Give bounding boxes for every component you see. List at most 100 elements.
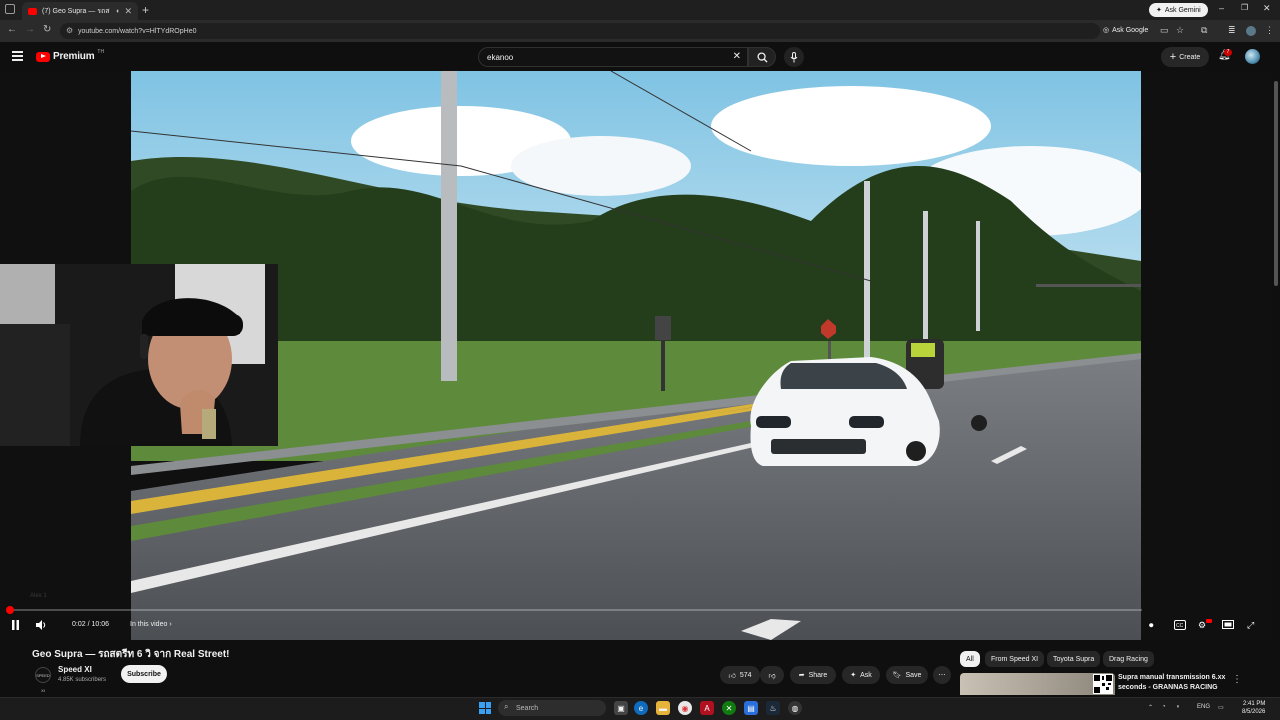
channel-avatar[interactable]: SPEED XI	[35, 667, 51, 693]
clock-date: 8/5/2026	[1242, 709, 1266, 715]
profile-avatar[interactable]	[1246, 26, 1256, 36]
steam-icon[interactable]: ♨	[766, 701, 780, 715]
clear-search-icon[interactable]: ✕	[733, 51, 741, 62]
chip-all[interactable]: All	[960, 651, 980, 667]
file-explorer-icon[interactable]: ▬	[656, 701, 670, 715]
recommendation-menu-icon[interactable]: ⋮	[1232, 674, 1242, 685]
task-view-icon[interactable]: ▣	[614, 701, 628, 715]
svg-text:CC: CC	[1176, 623, 1184, 629]
current-time: 0:02	[72, 621, 86, 628]
captions-icon[interactable]: CC	[1174, 620, 1186, 632]
voice-search-button[interactable]	[784, 47, 804, 67]
google-lens-icon: ◎	[1103, 27, 1110, 34]
volume-icon	[36, 620, 46, 630]
save-button[interactable]: 🔖︎ Save	[886, 666, 928, 684]
streamer-webcam-overlay	[0, 264, 278, 446]
youtube-play-icon	[36, 51, 50, 62]
ask-google-button[interactable]: ◎ Ask Google	[1103, 26, 1148, 35]
scrollbar-thumb[interactable]	[1274, 81, 1278, 286]
browser-tab[interactable]: (7) Geo Supra — รถสตรีท 6 วิ ◖ ✕	[22, 2, 138, 20]
more-horizontal-icon: ⋯	[938, 672, 946, 679]
windows-start-icon[interactable]	[479, 702, 491, 714]
more-actions-button[interactable]: ⋯	[933, 666, 951, 684]
theater-mode-icon[interactable]	[1222, 620, 1234, 631]
video-title: Geo Supra — รถสตรีท 6 วิ จาก Real Street…	[32, 649, 230, 660]
hd-badge	[1206, 619, 1212, 623]
subscribe-button[interactable]: Subscribe	[121, 665, 167, 683]
progress-bar[interactable]	[8, 609, 1142, 611]
save-label: Save	[905, 671, 922, 679]
ask-button[interactable]: ✦ Ask	[842, 666, 880, 684]
search-input[interactable]: ekanoo ✕	[478, 47, 748, 67]
sparkle-icon: ✦	[850, 672, 857, 679]
video-frame[interactable]	[131, 71, 1141, 640]
sidebar-icon[interactable]: ≣	[1228, 25, 1236, 36]
qr-code-image	[1093, 674, 1113, 694]
url-bar[interactable]: ⚙ youtube.com/watch?v=HlTYdROpHe0	[60, 23, 1100, 39]
edge-browser-icon[interactable]: e	[634, 701, 648, 715]
search-button[interactable]	[748, 47, 776, 67]
language-indicator[interactable]: ENG	[1197, 704, 1210, 710]
autoplay-toggle-icon[interactable]: ⏺	[1149, 620, 1154, 631]
recommendation-title[interactable]: Supra manual transmission 6.xx seconds -…	[1118, 673, 1228, 692]
pause-icon	[12, 620, 19, 630]
site-info-icon[interactable]: ⚙	[66, 26, 73, 35]
tab-actions-icon[interactable]	[5, 4, 15, 14]
webcam-image	[0, 264, 278, 446]
logo-country: TH	[97, 48, 105, 55]
channel-name[interactable]: Speed XI	[58, 665, 92, 674]
settings-gear-icon[interactable]: ⚙	[1198, 620, 1206, 631]
taskbar-search-input[interactable]: ⌕ Search	[498, 700, 606, 716]
url-text: youtube.com/watch?v=HlTYdROpHe0	[78, 27, 197, 35]
share-button[interactable]: ➦ Share	[790, 666, 836, 684]
app-icon[interactable]: ◍	[788, 701, 802, 715]
in-this-video-button[interactable]: In this video ›	[130, 621, 172, 628]
taskbar-clock[interactable]: 2:41 PM 8/5/2026	[1242, 700, 1265, 716]
network-icon[interactable]: ◔	[1162, 704, 1166, 710]
xbox-icon[interactable]: ✕	[722, 701, 736, 715]
tab-close-icon[interactable]: ✕	[124, 6, 132, 17]
chrome-icon[interactable]: ◉	[678, 701, 692, 715]
pause-button[interactable]	[11, 620, 20, 633]
chip-from-channel[interactable]: From Speed XI	[985, 651, 1045, 667]
notification-center-icon[interactable]: ▭	[1218, 704, 1224, 711]
reload-icon[interactable]: ↻	[43, 24, 51, 35]
chip-drag-racing[interactable]: Drag Racing	[1103, 651, 1154, 667]
scrubber-handle[interactable]	[6, 606, 14, 614]
create-button[interactable]: + Create	[1161, 47, 1209, 67]
browser-menu-icon[interactable]: ⋮	[1265, 25, 1274, 36]
like-button[interactable]: 👍︎ 574	[720, 666, 760, 684]
store-icon[interactable]: ▤	[744, 701, 758, 715]
browser-tab-bar	[0, 0, 1280, 20]
recommendation-thumbnail[interactable]	[960, 673, 1115, 695]
time-display: 0:02 / 10:06	[72, 621, 109, 628]
extensions-icon[interactable]: ⧉	[1201, 25, 1207, 36]
youtube-premium-logo[interactable]: Premium TH	[36, 48, 105, 62]
back-icon[interactable]: ←	[7, 24, 17, 35]
buffer-hint-text: Alex 1	[30, 593, 47, 599]
chip-toyota-supra[interactable]: Toyota Supra	[1047, 651, 1101, 667]
restore-icon[interactable]: ❐	[1241, 3, 1248, 12]
speaker-icon: ◖	[115, 7, 120, 15]
minimize-icon[interactable]: –	[1219, 3, 1224, 13]
tray-overflow-icon[interactable]: ⌃	[1148, 704, 1153, 711]
page-scrollbar[interactable]	[1272, 71, 1280, 691]
hamburger-menu-icon[interactable]	[12, 51, 23, 61]
account-avatar[interactable]	[1245, 49, 1260, 64]
dislike-button[interactable]: 👎︎	[760, 666, 784, 684]
bookmark-icon: 🔖︎	[892, 672, 902, 679]
volume-button[interactable]	[36, 620, 47, 633]
close-window-icon[interactable]: ✕	[1263, 3, 1271, 14]
cast-icon[interactable]: ▭	[1160, 25, 1169, 36]
ask-gemini-button[interactable]: ✦ Ask Gemini	[1149, 3, 1208, 17]
subscriber-count: 4.85K subscribers	[58, 677, 107, 683]
bookmark-star-icon[interactable]: ☆	[1176, 25, 1184, 36]
thumbs-up-icon: 👍︎	[728, 672, 736, 680]
create-label: Create	[1179, 53, 1201, 61]
acrobat-icon[interactable]: A	[700, 701, 714, 715]
fullscreen-icon[interactable]: ⤢	[1247, 620, 1254, 631]
sparkle-icon: ✦	[1156, 7, 1162, 14]
speaker-tray-icon[interactable]: ◖	[1176, 704, 1180, 710]
forward-icon[interactable]: →	[25, 24, 35, 35]
new-tab-button[interactable]: +	[142, 3, 149, 17]
